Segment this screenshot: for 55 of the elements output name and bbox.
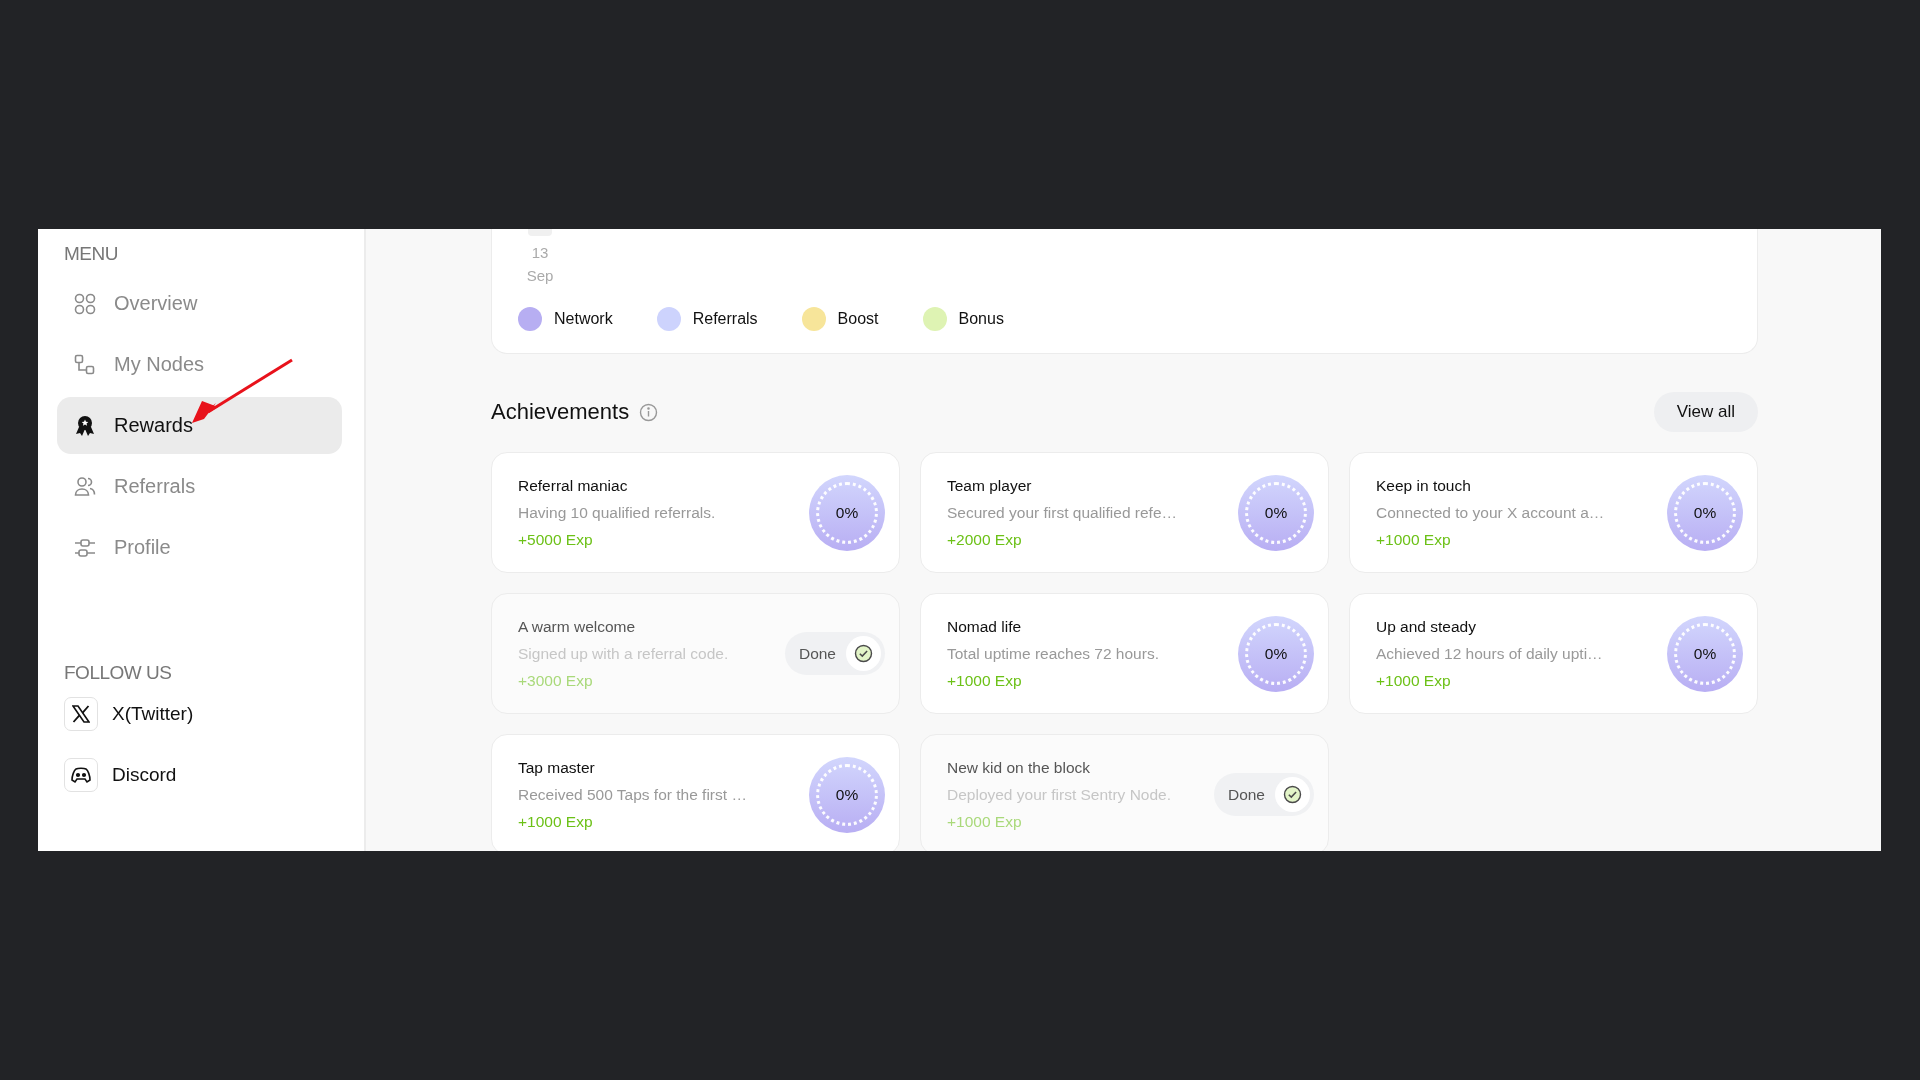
achievement-description: Having 10 qualified referrals. xyxy=(518,503,716,522)
progress-badge: 0% xyxy=(1667,474,1743,551)
progress-badge: 0% xyxy=(809,474,885,551)
social-link[interactable]: Discord xyxy=(112,764,177,786)
exp-reward: +1000 Exp xyxy=(947,812,1023,831)
social-link[interactable]: X(Twitter) xyxy=(112,703,194,725)
x-logo-icon xyxy=(72,705,90,723)
check-circle-icon xyxy=(1283,785,1302,804)
menu-item[interactable]: Rewards xyxy=(57,397,342,454)
check-circle-icon xyxy=(854,644,873,663)
view-all-button[interactable]: View all xyxy=(1653,392,1758,432)
section-title: Achievements xyxy=(491,399,630,425)
exp-reward: +2000 Exp xyxy=(947,530,1023,549)
achievement-description: Received 500 Taps for the first … xyxy=(518,785,747,804)
achievement-description: Achieved 12 hours of daily upti… xyxy=(1376,644,1603,663)
legend-label: Network xyxy=(554,310,613,328)
done-label: Done xyxy=(798,644,836,663)
exp-reward: +3000 Exp xyxy=(518,671,594,690)
exp-reward: +1000 Exp xyxy=(1376,530,1452,549)
menu-heading: MENU xyxy=(63,243,119,265)
achievement-description: Secured your first qualified refe… xyxy=(947,503,1178,522)
exp-reward: +1000 Exp xyxy=(947,671,1023,690)
legend-label: Bonus xyxy=(958,310,1004,328)
achievement-title: A warm welcome xyxy=(518,617,637,636)
legend-label: Boost xyxy=(837,310,879,328)
achievement-description: Total uptime reaches 72 hours. xyxy=(947,644,1159,663)
exp-reward: +5000 Exp xyxy=(518,530,594,549)
people-icon xyxy=(74,475,96,498)
done-label: Done xyxy=(1227,785,1265,804)
achievement-description: Connected to your X account a… xyxy=(1376,503,1605,522)
exp-reward: +1000 Exp xyxy=(518,812,594,831)
follow-heading: FOLLOW US xyxy=(63,662,173,684)
gamepad-icon xyxy=(71,766,91,784)
info-icon[interactable] xyxy=(639,402,659,422)
award-icon xyxy=(74,414,96,437)
progress-badge: 0% xyxy=(1667,615,1743,692)
legend-label: Referrals xyxy=(692,310,758,328)
nodes-icon xyxy=(74,353,96,376)
achievement-title: Referral maniac xyxy=(518,476,629,495)
achievement-title: Tap master xyxy=(518,758,596,777)
sliders-icon xyxy=(74,536,96,559)
progress-badge: 0% xyxy=(1238,474,1314,551)
date-month: Sep xyxy=(526,266,554,286)
social-icon-box[interactable] xyxy=(64,697,98,731)
achievement-title: New kid on the block xyxy=(947,758,1092,777)
progress-badge: 0% xyxy=(1238,615,1314,692)
progress-badge: 0% xyxy=(809,756,885,833)
achievement-title: Up and steady xyxy=(1376,617,1477,636)
achievement-title: Nomad life xyxy=(947,617,1023,636)
exp-reward: +1000 Exp xyxy=(1376,671,1452,690)
social-icon-box[interactable] xyxy=(64,758,98,792)
achievement-title: Team player xyxy=(947,476,1033,495)
achievement-title: Keep in touch xyxy=(1376,476,1472,495)
date-day: 13 xyxy=(531,241,549,264)
grid-icon xyxy=(74,292,96,315)
